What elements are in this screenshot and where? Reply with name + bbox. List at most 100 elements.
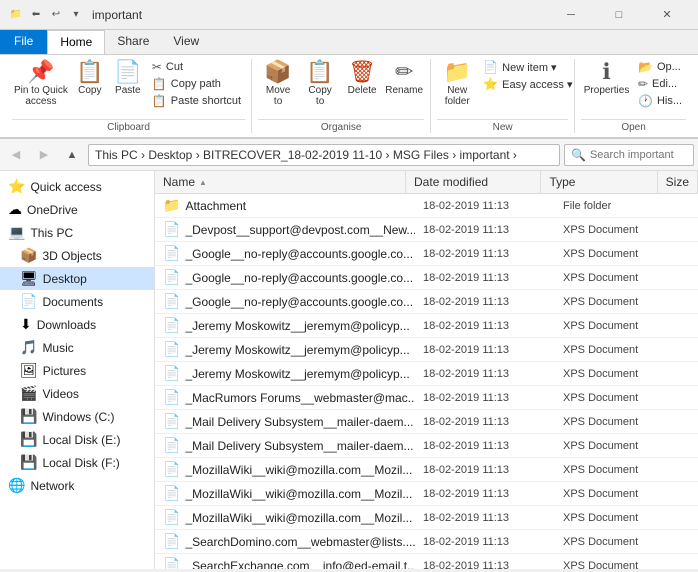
copy-path-button[interactable]: 📋 Copy path [148,76,245,92]
column-header-name[interactable]: Name ▲ [155,171,406,193]
paste-button[interactable]: 📄 Paste [110,59,146,98]
file-row[interactable]: 📄 _Google__no-reply@accounts.google.co..… [155,290,698,314]
sidebar-label-windows-c: Windows (C:) [42,410,114,424]
delete-button[interactable]: 🗑 Delete [342,59,382,98]
file-name: _MacRumors Forums__webmaster@mac... [185,391,415,405]
file-cell-date: 18-02-2019 11:13 [415,197,555,215]
file-cell-type: XPS Document [555,245,675,263]
maximize-button[interactable]: □ [596,0,642,30]
file-row[interactable]: 📁 Attachment 18-02-2019 11:13 File folde… [155,194,698,218]
tab-view[interactable]: View [161,30,211,54]
back-button[interactable]: ◀ [4,143,28,167]
sidebar-label-downloads: Downloads [37,318,96,332]
sidebar-item-documents[interactable]: 📄Documents [0,290,154,313]
search-box[interactable]: 🔍 [564,144,694,166]
up-button[interactable]: ▲ [60,143,84,167]
xps-icon: 📄 [163,461,180,478]
file-cell-name: 📄 _Devpost__support@devpost.com__New... [155,218,415,241]
column-header-type[interactable]: Type [541,171,657,193]
file-cell-size [675,467,698,473]
copy-to-button[interactable]: 📋 Copyto [300,59,340,109]
sidebar-item-this-pc[interactable]: 💻This PC [0,221,154,244]
file-row[interactable]: 📄 _Jeremy Moskowitz__jeremym@policyp... … [155,314,698,338]
sidebar-item-local-disk-f[interactable]: 💾Local Disk (F:) [0,451,154,474]
window-title: important [92,8,142,22]
sidebar-icon-network: 🌐 [8,477,25,494]
ribbon-tabs: File Home Share View [0,30,698,55]
tab-share[interactable]: Share [105,30,161,54]
paste-shortcut-icon: 📋 [152,94,167,108]
folder-icon: 📁 [163,197,180,214]
rename-icon: ✏ [395,61,413,83]
minimize-button[interactable]: ─ [548,0,594,30]
sidebar-item-downloads[interactable]: ⬇Downloads [0,313,154,336]
properties-button[interactable]: ℹ Properties [581,59,632,98]
file-cell-date: 18-02-2019 11:13 [415,509,555,527]
copy-button[interactable]: 📋 Copy [72,59,108,98]
file-row[interactable]: 📄 _MozillaWiki__wiki@mozilla.com__Mozil.… [155,458,698,482]
sidebar-item-local-disk-e[interactable]: 💾Local Disk (E:) [0,428,154,451]
file-row[interactable]: 📄 _Mail Delivery Subsystem__mailer-daem.… [155,434,698,458]
rename-button[interactable]: ✏ Rename [384,59,424,98]
file-row[interactable]: 📄 _Jeremy Moskowitz__jeremym@policyp... … [155,362,698,386]
new-content: 📁 Newfolder 📄 New item ▾ ⭐ Easy access ▾ [437,59,568,117]
file-cell-date: 18-02-2019 11:13 [415,245,555,263]
file-cell-size [675,275,698,281]
sidebar-label-music: Music [42,341,73,355]
forward-button[interactable]: ▶ [32,143,56,167]
file-row[interactable]: 📄 _Jeremy Moskowitz__jeremym@policyp... … [155,338,698,362]
sidebar-item-pictures[interactable]: 🖼Pictures [0,359,154,382]
tab-file[interactable]: File [0,30,47,54]
search-input[interactable] [590,149,698,161]
file-row[interactable]: 📄 _MacRumors Forums__webmaster@mac... 18… [155,386,698,410]
redo-icon: ↩ [48,7,64,23]
file-row[interactable]: 📄 _SearchExchange.com__info@ed-email.t..… [155,554,698,569]
sidebar-item-3d-objects[interactable]: 📦3D Objects [0,244,154,267]
sidebar-item-music[interactable]: 🎵Music [0,336,154,359]
sidebar-item-quick-access[interactable]: ⭐Quick access [0,175,154,198]
file-name: _Jeremy Moskowitz__jeremym@policyp... [185,367,409,381]
file-row[interactable]: 📄 _Google__no-reply@accounts.google.co..… [155,242,698,266]
column-header-date[interactable]: Date modified [406,171,541,193]
file-row[interactable]: 📄 _Mail Delivery Subsystem__mailer-daem.… [155,410,698,434]
new-item-button[interactable]: 📄 New item ▾ [479,59,576,75]
paste-shortcut-button[interactable]: 📋 Paste shortcut [148,93,245,109]
sidebar-item-network[interactable]: 🌐Network [0,474,154,497]
file-row[interactable]: 📄 _Devpost__support@devpost.com__New... … [155,218,698,242]
file-row[interactable]: 📄 _MozillaWiki__wiki@mozilla.com__Mozil.… [155,506,698,530]
file-row[interactable]: 📄 _Google__no-reply@accounts.google.co..… [155,266,698,290]
sidebar-item-desktop[interactable]: 🖥Desktop [0,267,154,290]
easy-access-button[interactable]: ⭐ Easy access ▾ [479,76,576,92]
history-label: His... [657,95,682,107]
edit-button[interactable]: ✏ Edi... [634,76,686,92]
close-button[interactable]: ✕ [644,0,690,30]
file-cell-date: 18-02-2019 11:13 [415,437,555,455]
main-layout: ⭐Quick access☁OneDrive💻This PC📦3D Object… [0,171,698,569]
col-type-label: Type [549,175,575,189]
easy-access-icon: ⭐ [483,77,498,91]
file-row[interactable]: 📄 _SearchDomino.com__webmaster@lists....… [155,530,698,554]
new-item-icon: 📄 [483,60,498,74]
tab-home[interactable]: Home [47,30,105,54]
xps-icon: 📄 [163,269,180,286]
file-cell-date: 18-02-2019 11:13 [415,293,555,311]
sidebar-item-videos[interactable]: 🎬Videos [0,382,154,405]
ribbon-group-clipboard: 📌 Pin to Quickaccess 📋 Copy 📄 Paste ✂ Cu… [6,59,252,133]
move-label: Moveto [266,85,290,107]
dropdown-icon[interactable]: ▾ [68,7,84,23]
clipboard-content: 📌 Pin to Quickaccess 📋 Copy 📄 Paste ✂ Cu… [12,59,245,117]
new-folder-button[interactable]: 📁 Newfolder [437,59,477,109]
file-row[interactable]: 📄 _MozillaWiki__wiki@mozilla.com__Mozil.… [155,482,698,506]
new-folder-label: Newfolder [445,85,470,107]
sidebar-item-windows-c[interactable]: 💾Windows (C:) [0,405,154,428]
cut-button[interactable]: ✂ Cut [148,59,245,75]
move-to-button[interactable]: 📦 Moveto [258,59,298,109]
column-header-size[interactable]: Size [658,171,698,193]
file-cell-size [675,347,698,353]
xps-icon: 📄 [163,557,180,569]
sidebar-item-onedrive[interactable]: ☁OneDrive [0,198,154,221]
pin-to-quick-access-button[interactable]: 📌 Pin to Quickaccess [12,59,70,109]
open-button[interactable]: 📂 Op... [634,59,686,75]
history-button[interactable]: 🕐 His... [634,93,686,109]
address-path[interactable]: This PC › Desktop › BITRECOVER_18-02-201… [88,144,560,166]
